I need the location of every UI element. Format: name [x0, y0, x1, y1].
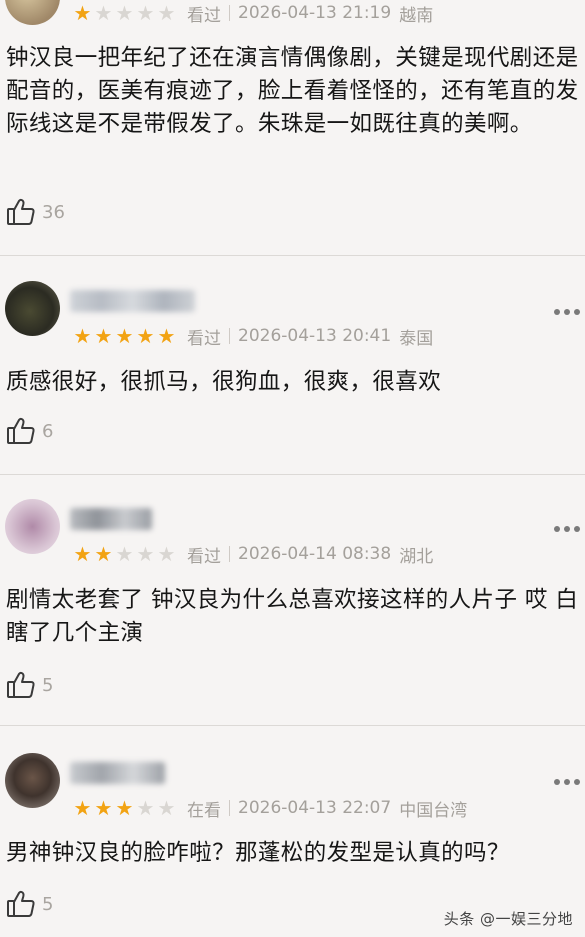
star-icon: ★ — [94, 796, 113, 820]
thumbs-up-icon — [5, 888, 37, 920]
review-meta: ★ ★ ★ ★ ★ 在看 2026-04-13 22:07 中国台湾 — [72, 796, 468, 821]
like-button[interactable]: 6 — [5, 414, 53, 448]
star-icon: ★ — [73, 324, 92, 348]
more-dot — [574, 526, 580, 532]
review-content: 钟汉良一把年纪了还在演言情偶像剧，关键是现代剧还是配音的，医美有痕迹了，脸上看着… — [6, 45, 579, 137]
thumbs-up-icon — [5, 415, 37, 447]
star-icon: ★ — [136, 1, 155, 25]
review-meta: ★ ★ ★ ★ ★ 看过 2026-04-13 21:19 越南 — [72, 1, 434, 26]
star-icon: ★ — [73, 542, 92, 566]
watch-status: 看过 — [187, 546, 221, 567]
avatar[interactable] — [5, 0, 60, 25]
meta-divider — [229, 328, 230, 344]
star-icon: ★ — [115, 324, 134, 348]
thumbs-up-icon — [5, 196, 37, 228]
like-button[interactable]: 5 — [5, 668, 53, 702]
meta-divider — [229, 5, 230, 21]
review-1: ★ ★ ★ ★ ★ 看过 2026-04-13 21:19 越南 钟汉良一把年纪了还在演… — [0, 0, 585, 255]
meta-divider — [229, 546, 230, 562]
review-location: 泰国 — [399, 328, 434, 349]
star-icon: ★ — [73, 1, 92, 25]
like-count: 5 — [42, 674, 54, 696]
meta-divider — [229, 800, 230, 816]
star-icon: ★ — [157, 796, 176, 820]
username-blurred[interactable] — [70, 762, 165, 784]
more-dot — [574, 309, 580, 315]
watch-status: 看过 — [187, 328, 221, 349]
review-datetime: 2026-04-13 21:19 — [238, 3, 392, 23]
review-datetime: 2026-04-13 20:41 — [238, 326, 392, 346]
review-2: ★ ★ ★ ★ ★ 看过 2026-04-13 20:41 泰国 质感很好，很抓马，很狗… — [0, 256, 585, 474]
like-count: 36 — [42, 201, 65, 223]
more-dot — [574, 779, 580, 785]
watch-status: 看过 — [187, 5, 221, 26]
like-count: 6 — [42, 420, 54, 442]
star-icon: ★ — [94, 1, 113, 25]
rating-stars: ★ ★ ★ ★ ★ — [72, 1, 177, 25]
more-dot — [564, 526, 570, 532]
star-icon: ★ — [136, 324, 155, 348]
star-icon: ★ — [157, 324, 176, 348]
more-dots-icon — [554, 309, 560, 315]
star-icon: ★ — [115, 1, 134, 25]
more-dot — [564, 779, 570, 785]
username-blurred[interactable] — [70, 508, 152, 530]
review-content: 质感很好，很抓马，很狗血，很爽，很喜欢 — [6, 369, 442, 395]
avatar[interactable] — [5, 281, 60, 336]
star-icon: ★ — [136, 796, 155, 820]
star-icon: ★ — [94, 324, 113, 348]
review-content: 男神钟汉良的脸咋啦？那蓬松的发型是认真的吗？ — [6, 840, 510, 866]
star-icon: ★ — [115, 542, 134, 566]
more-options-button[interactable] — [554, 307, 580, 317]
star-icon: ★ — [157, 1, 176, 25]
watermark: 头条 @一娱三分地 — [443, 910, 573, 928]
username-blurred[interactable] — [70, 290, 195, 312]
review-location: 越南 — [399, 5, 434, 26]
like-count: 5 — [42, 893, 54, 915]
rating-stars: ★ ★ ★ ★ ★ — [72, 542, 177, 566]
star-icon: ★ — [73, 796, 92, 820]
review-datetime: 2026-04-14 08:38 — [238, 544, 392, 564]
thumbs-up-icon — [5, 669, 37, 701]
star-icon: ★ — [115, 796, 134, 820]
watch-status: 在看 — [187, 800, 221, 821]
more-options-button[interactable] — [554, 777, 580, 787]
more-options-button[interactable] — [554, 524, 580, 534]
review-content: 剧情太老套了 钟汉良为什么总喜欢接这样的人片子 哎 白瞎了几个主演 — [6, 587, 579, 646]
star-icon: ★ — [157, 542, 176, 566]
like-button[interactable]: 5 — [5, 887, 53, 921]
more-dot — [564, 309, 570, 315]
avatar[interactable] — [5, 499, 60, 554]
review-location: 湖北 — [399, 546, 434, 567]
rating-stars: ★ ★ ★ ★ ★ — [72, 796, 177, 820]
like-button[interactable]: 36 — [5, 195, 65, 229]
review-3: ★ ★ ★ ★ ★ 看过 2026-04-14 08:38 湖北 剧情太老套了 钟汉良为… — [0, 475, 585, 725]
review-location: 中国台湾 — [399, 800, 468, 821]
avatar[interactable] — [5, 753, 60, 808]
review-meta: ★ ★ ★ ★ ★ 看过 2026-04-14 08:38 湖北 — [72, 542, 434, 567]
review-datetime: 2026-04-13 22:07 — [238, 798, 392, 818]
star-icon: ★ — [94, 542, 113, 566]
review-meta: ★ ★ ★ ★ ★ 看过 2026-04-13 20:41 泰国 — [72, 324, 434, 349]
review-4: ★ ★ ★ ★ ★ 在看 2026-04-13 22:07 中国台湾 男神钟汉良的脸咋啦… — [0, 726, 585, 937]
more-dots-icon — [554, 779, 560, 785]
more-dots-icon — [554, 526, 560, 532]
rating-stars: ★ ★ ★ ★ ★ — [72, 324, 177, 348]
star-icon: ★ — [136, 542, 155, 566]
